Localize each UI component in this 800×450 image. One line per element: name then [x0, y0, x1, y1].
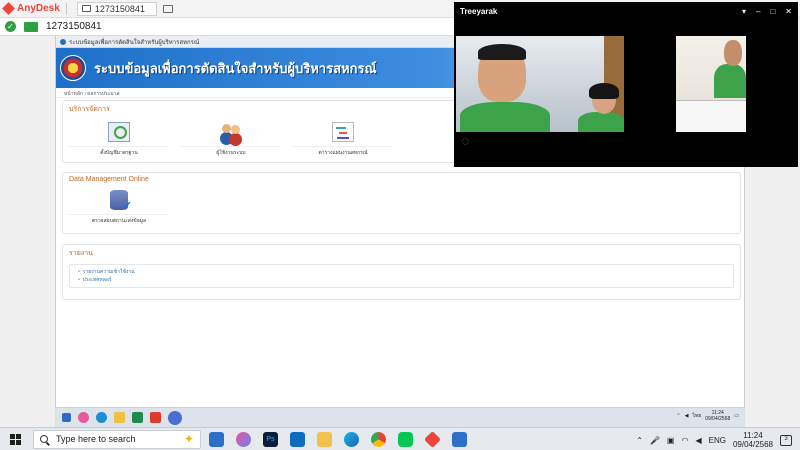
cooperative-seal-icon — [60, 55, 86, 81]
windows-start-icon[interactable] — [62, 413, 71, 422]
clock-time: 11:24 — [743, 431, 763, 440]
address-text[interactable]: 1273150841 — [46, 21, 102, 32]
tile-users[interactable]: ผู้ใช้งานระบบ — [175, 118, 287, 157]
system-tray: ⌃ 🎤 ▣ ◠ ◀ ENG 11:24 09/04/2568 3 — [636, 431, 792, 449]
taskbar-search[interactable]: Type here to search ✦ — [33, 429, 201, 449]
excel-icon[interactable] — [132, 412, 143, 423]
app-window-icon[interactable] — [452, 431, 467, 447]
anydesk-session-tab[interactable]: 1273150841 — [76, 1, 157, 16]
remote-date: 09/04/2568 — [705, 416, 731, 422]
copilot-icon[interactable] — [78, 412, 89, 423]
reports-heading: รายงาน — [69, 250, 93, 257]
notification-count: 3 — [784, 435, 788, 442]
anydesk-logo-icon — [2, 2, 15, 15]
camera-icon[interactable]: ▣ — [667, 436, 675, 445]
anydesk-address-bar: ✓ 1273150841 — [0, 18, 455, 36]
clock-date: 09/04/2568 — [732, 440, 773, 449]
wifi-icon[interactable]: ◠ — [681, 436, 688, 445]
remote-taskbar: ⌃ ◀ ไทย 11:24 09/04/2568 ▭ — [55, 407, 745, 427]
report-link[interactable]: รายงานความเข้าใช้งาน — [78, 268, 725, 276]
language-indicator[interactable]: ENG — [709, 436, 726, 445]
outlook-icon[interactable] — [290, 431, 305, 447]
chevron-up-icon[interactable]: ⌃ — [676, 413, 680, 419]
windows-taskbar: Type here to search ✦ Ps ⌃ 🎤 ▣ ◠ ◀ ENG 1… — [0, 427, 800, 450]
connected-check-icon: ✓ — [5, 21, 16, 32]
sparkle-icon: ✦ — [183, 432, 194, 446]
video-call-title: Treeyarak — [460, 6, 498, 16]
users-icon — [220, 122, 242, 142]
windows-start-icon[interactable] — [10, 433, 21, 445]
edge-icon[interactable] — [344, 431, 359, 447]
chrome-icon[interactable] — [371, 431, 386, 447]
file-explorer-icon[interactable] — [317, 431, 332, 447]
data-management-heading: Data Management Online — [69, 176, 149, 183]
tile-plan-schedule[interactable]: ตารางแผนงานสหกรณ์ — [287, 118, 399, 157]
tile-label: ตรวจสอบสถานะส่งข้อมูล — [69, 214, 169, 225]
anydesk-brand-text: AnyDesk — [17, 3, 60, 14]
folder-icon[interactable] — [114, 412, 125, 423]
cooperative-app-icon[interactable] — [168, 410, 182, 425]
task-view-icon[interactable] — [209, 431, 224, 447]
search-icon — [40, 435, 48, 443]
microphone-icon[interactable]: 🎤 — [650, 436, 660, 445]
chevron-up-icon[interactable]: ⌃ — [636, 436, 643, 445]
browser-tab-title: ระบบข้อมูลเพื่อการตัดสินใจสำหรับผู้บริหา… — [69, 39, 200, 46]
participant-face — [724, 40, 742, 66]
tile-label: ผู้ใช้งานระบบ — [181, 146, 281, 157]
edge-icon[interactable] — [96, 412, 107, 423]
reports-panel: รายงาน รายงานความเข้าใช้งาน ประเทศหลอร์ — [62, 244, 741, 300]
photoshop-icon[interactable]: Ps — [263, 431, 278, 447]
remote-tray: ⌃ ◀ ไทย 11:24 09/04/2568 ▭ — [676, 410, 739, 422]
notification-icon[interactable]: ▭ — [734, 413, 739, 419]
participant-face — [589, 83, 619, 114]
remote-clock[interactable]: 11:24 09/04/2568 — [705, 410, 730, 422]
line-icon[interactable] — [398, 431, 413, 447]
divider — [65, 2, 67, 15]
monitor-icon — [81, 5, 91, 12]
search-placeholder: Type here to search — [56, 434, 136, 444]
main-video-feed — [456, 36, 624, 132]
report-link[interactable]: ประเทศหลอร์ — [78, 276, 725, 284]
tile-chart-of-accounts[interactable]: ตั้งบัญชีมาตรฐาน — [63, 118, 175, 157]
line-logo-icon: ◯ — [462, 139, 469, 145]
video-call-header: Treeyarak ▾ – □ ✕ — [454, 2, 798, 20]
participant-shirt — [578, 112, 624, 132]
site-title: ระบบข้อมูลเพื่อการตัดสินใจสำหรับผู้บริหา… — [94, 60, 377, 76]
remote-lang[interactable]: ไทย — [692, 412, 701, 420]
new-session-icon[interactable] — [162, 4, 173, 13]
favicon-icon — [60, 38, 66, 45]
speaker-icon[interactable]: ◀ — [685, 413, 689, 419]
speaker-icon[interactable]: ◀ — [695, 436, 701, 445]
video-call-window[interactable]: Treeyarak ▾ – □ ✕ ◯ — [454, 2, 798, 167]
self-video-feed — [676, 36, 746, 132]
remote-screen-icon[interactable] — [24, 21, 38, 32]
taskbar-clock[interactable]: 11:24 09/04/2568 — [733, 431, 773, 449]
tile-label: ตั้งบัญชีมาตรฐาน — [69, 146, 169, 157]
close-icon[interactable]: ✕ — [785, 7, 792, 16]
anydesk-icon[interactable] — [424, 430, 441, 448]
pin-icon[interactable]: ▾ — [742, 7, 746, 16]
desk — [676, 100, 746, 132]
tile-label: ตารางแผนงานสหกรณ์ — [293, 146, 393, 157]
participant-face — [478, 44, 526, 102]
media-icon[interactable] — [150, 412, 161, 423]
settings-icon — [108, 122, 130, 142]
copilot-icon[interactable] — [236, 431, 251, 447]
minimize-icon[interactable]: – — [756, 7, 760, 16]
participant-shirt — [460, 102, 550, 132]
session-tab-label: 1273150841 — [94, 3, 145, 14]
gantt-icon — [332, 122, 354, 142]
database-check-icon — [110, 190, 132, 212]
participant-shirt — [714, 64, 746, 98]
tile-check-submission[interactable]: ตรวจสอบสถานะส่งข้อมูล — [63, 186, 175, 225]
maximize-icon[interactable]: □ — [770, 7, 775, 16]
anydesk-logo: AnyDesk — [2, 2, 60, 15]
notification-icon[interactable]: 3 — [780, 434, 792, 446]
reports-list: รายงานความเข้าใช้งาน ประเทศหลอร์ — [69, 264, 734, 288]
data-management-panel: Data Management Online ตรวจสอบสถานะส่งข้… — [62, 172, 741, 234]
